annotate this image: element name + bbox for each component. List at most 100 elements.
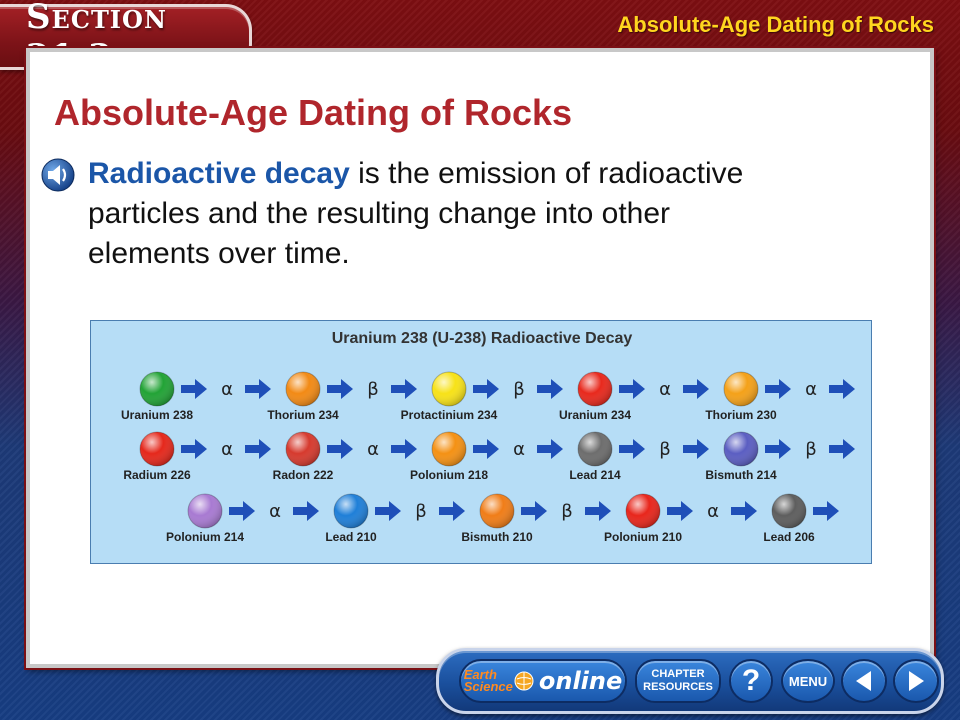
decay-arrow <box>731 501 757 521</box>
decay-symbol: β <box>367 379 379 400</box>
element-label: Protactinium 234 <box>401 408 498 422</box>
decay-arrow <box>327 439 353 459</box>
decay-chain: Uranium 238 α Thorium 234 β Protactinium 234… <box>121 371 855 544</box>
element-label: Lead 214 <box>569 468 621 482</box>
triangle-right-icon <box>909 671 924 691</box>
element-label: Thorium 234 <box>267 408 339 422</box>
nucleus-shine <box>578 372 612 406</box>
decay-arrow <box>765 379 791 399</box>
diagram-title: Uranium 238 (U-238) Radioactive Decay <box>332 330 633 347</box>
online-word: online <box>538 667 623 695</box>
element-label: Polonium 218 <box>410 468 488 482</box>
decay-symbol: β <box>513 379 525 400</box>
nucleus-shine <box>626 494 660 528</box>
element-label: Radon 222 <box>273 468 334 482</box>
decay-arrow <box>375 501 401 521</box>
next-button[interactable] <box>893 659 939 703</box>
decay-symbol: α <box>269 501 281 522</box>
bullet-text-line1: is the emission of radioactive <box>349 157 744 190</box>
chapter-label: CHAPTER <box>651 668 705 680</box>
decay-symbol: α <box>221 439 233 460</box>
globe-icon <box>514 671 534 691</box>
decay-symbol: β <box>415 501 427 522</box>
nucleus-shine <box>724 372 758 406</box>
menu-label: MENU <box>788 673 828 689</box>
nucleus-shine <box>188 494 222 528</box>
nucleus-shine <box>578 432 612 466</box>
decay-arrow <box>537 439 563 459</box>
bullet-text-line2: particles and the resulting change into … <box>88 197 671 230</box>
decay-arrow <box>619 379 645 399</box>
online-science-label: Science <box>463 679 513 694</box>
decay-arrow <box>473 439 499 459</box>
decay-symbol: β <box>659 439 671 460</box>
nucleus-shine <box>286 432 320 466</box>
element-label: Polonium 210 <box>604 530 682 544</box>
decay-arrow <box>765 439 791 459</box>
slide-content: Absolute-Age Dating of Rocks Radioactive… <box>26 48 934 668</box>
decay-symbol: α <box>513 439 525 460</box>
decay-arrow <box>181 379 207 399</box>
decay-diagram: Uranium 238 (U-238) Radioactive Decay Ur… <box>90 320 872 564</box>
decay-arrow <box>829 379 855 399</box>
bullet-term: Radioactive decay <box>88 157 350 190</box>
element-label: Radium 226 <box>123 468 191 482</box>
decay-symbol: α <box>659 379 671 400</box>
nucleus-shine <box>140 372 174 406</box>
triangle-left-icon <box>856 671 871 691</box>
decay-arrow <box>245 439 271 459</box>
decay-arrow <box>391 379 417 399</box>
decay-symbol: β <box>561 501 573 522</box>
speaker-icon[interactable] <box>38 158 78 192</box>
decay-arrow <box>667 501 693 521</box>
decay-arrow <box>439 501 465 521</box>
decay-arrow <box>181 439 207 459</box>
decay-arrow <box>813 501 839 521</box>
nucleus-shine <box>480 494 514 528</box>
nucleus-shine <box>772 494 806 528</box>
decay-symbol: α <box>707 501 719 522</box>
element-label: Lead 210 <box>325 530 377 544</box>
nucleus-shine <box>334 494 368 528</box>
nucleus-shine <box>140 432 174 466</box>
menu-button[interactable]: MENU <box>781 659 835 703</box>
help-label: ? <box>741 664 761 697</box>
element-label: Polonium 214 <box>166 530 244 544</box>
decay-arrow <box>683 379 709 399</box>
chapter-resources-button[interactable]: CHAPTER RESOURCES <box>635 659 721 703</box>
decay-arrow <box>391 439 417 459</box>
header-title: Absolute-Age Dating of Rocks <box>617 12 934 37</box>
decay-symbol: α <box>805 379 817 400</box>
decay-symbol: α <box>367 439 379 460</box>
decay-arrow <box>229 501 255 521</box>
element-label: Bismuth 210 <box>461 530 533 544</box>
decay-arrow <box>537 379 563 399</box>
decay-arrow <box>585 501 611 521</box>
decay-arrow <box>683 439 709 459</box>
help-button[interactable]: ? <box>729 659 773 703</box>
element-label: Thorium 230 <box>705 408 777 422</box>
resources-label: RESOURCES <box>643 681 713 693</box>
decay-arrow <box>521 501 547 521</box>
earth-science-online-button[interactable]: Earth Science online <box>459 659 627 703</box>
nucleus-shine <box>432 372 466 406</box>
decay-symbol: α <box>221 379 233 400</box>
decay-arrow <box>473 379 499 399</box>
previous-button[interactable] <box>841 659 887 703</box>
nucleus-shine <box>286 372 320 406</box>
decay-arrow <box>327 379 353 399</box>
decay-symbol: β <box>805 439 817 460</box>
nucleus-shine <box>724 432 758 466</box>
element-label: Bismuth 214 <box>705 468 777 482</box>
decay-arrow <box>829 439 855 459</box>
decay-chain-svg: Uranium 238 (U-238) Radioactive Decay Ur… <box>121 330 855 544</box>
nucleus-shine <box>432 432 466 466</box>
slide-title: Absolute-Age Dating of Rocks <box>54 92 573 133</box>
online-logo-text: Earth Science <box>463 668 513 694</box>
element-label: Uranium 234 <box>559 408 631 422</box>
element-label: Lead 206 <box>763 530 815 544</box>
element-label: Uranium 238 <box>121 408 193 422</box>
decay-arrow <box>619 439 645 459</box>
decay-arrow <box>293 501 319 521</box>
nav-bar: Earth Science online CHAPTER RESOURCES ?… <box>436 648 944 714</box>
